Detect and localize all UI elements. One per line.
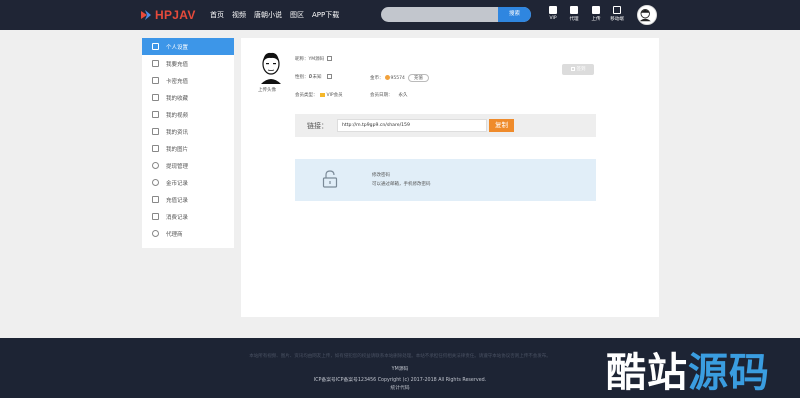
watermark-part2: 源码: [688, 350, 770, 396]
nav-item-home[interactable]: 首页: [210, 10, 224, 20]
nav-item-video[interactable]: 视频: [232, 10, 246, 20]
sidebar-item-videos[interactable]: 我的视频: [142, 106, 234, 123]
nickname-row: 昵称：YM源码: [295, 56, 333, 62]
image-icon: [152, 145, 159, 152]
invite-link-bar: 链接： http://m.tp9gp9.cn/share/159 复制: [295, 114, 596, 137]
sidebar: 个人设置 我要充值 卡密充值 我的收藏 我的视频 我的资讯 我的图片 提现管理 …: [142, 38, 234, 248]
sidebar-item-label: 充值记录: [166, 197, 189, 204]
member-type-value: VIP会员: [326, 93, 343, 98]
sidebar-item-label: 我要充值: [166, 61, 189, 68]
toolbar-vip-label: VIP: [549, 16, 557, 21]
nav-item-gallery[interactable]: 图区: [290, 10, 304, 20]
member-expiry-label: 会员日期：: [370, 93, 393, 98]
toolbar-mobile[interactable]: 移动端: [605, 6, 629, 22]
agent-icon: [570, 6, 578, 14]
coin-icon: [152, 179, 159, 186]
main-panel: 上传头像 昵称：YM源码 性别： 未知 金币： 95574 充值 会员类型： VIP会员…: [241, 38, 659, 317]
upload-icon: [592, 6, 600, 14]
coins-row: 金币： 95574 充值: [370, 74, 429, 82]
sidebar-item-label: 我的收藏: [166, 95, 189, 102]
video-icon: [152, 111, 159, 118]
member-type-label: 会员类型：: [295, 93, 318, 98]
nickname-label: 昵称：: [295, 57, 309, 62]
checkin-icon: [570, 66, 575, 71]
vip-crown-icon: [319, 92, 325, 97]
nav-item-novel[interactable]: 唐朝小说: [254, 10, 282, 20]
coins-label: 金币：: [370, 76, 384, 81]
main-nav: 首页 视频 唐朝小说 图区 APP下载: [210, 10, 339, 20]
avatar-face-icon: [639, 8, 651, 22]
sidebar-item-favorites[interactable]: 我的收藏: [142, 89, 234, 106]
edit-gender-icon[interactable]: [326, 74, 332, 79]
upload-avatar-link[interactable]: 上传头像: [258, 87, 276, 93]
sidebar-item-withdraw[interactable]: 提现管理: [142, 157, 234, 174]
edit-nickname-icon[interactable]: [327, 56, 333, 61]
star-icon: [152, 94, 159, 101]
change-password-desc: 可以通过邮箱，手机修改密码: [372, 182, 431, 187]
sidebar-item-label: 个人设置: [166, 44, 189, 51]
sidebar-item-profile[interactable]: 个人设置: [142, 38, 234, 55]
sidebar-item-label: 消费记录: [166, 214, 189, 221]
sidebar-item-label: 卡密充值: [166, 78, 189, 85]
invite-link-label: 链接：: [307, 122, 328, 130]
member-expiry-row: 会员日期： 永久: [370, 92, 408, 98]
toolbar-agent[interactable]: 代理: [562, 6, 586, 22]
logo-icon: [141, 10, 151, 20]
change-password-title: 修改密码: [372, 173, 390, 178]
agent-icon: [152, 230, 159, 237]
site-logo[interactable]: HPJAV: [140, 7, 196, 23]
nickname-value: YM源码: [308, 57, 325, 62]
sidebar-item-label: 提现管理: [166, 163, 189, 170]
gender-value: 未知: [312, 75, 322, 80]
toolbar-agent-label: 代理: [569, 17, 579, 22]
change-password-card[interactable]: 修改密码 可以通过邮箱，手机修改密码: [295, 159, 596, 201]
sidebar-item-card-recharge[interactable]: 卡密充值: [142, 72, 234, 89]
receipt-icon: [152, 213, 159, 220]
vip-icon: [549, 6, 557, 14]
sidebar-item-recharge-records[interactable]: 充值记录: [142, 191, 234, 208]
sidebar-item-news[interactable]: 我的资讯: [142, 123, 234, 140]
sidebar-item-coin-records[interactable]: 金币记录: [142, 174, 234, 191]
signin-button-label: 签到: [576, 67, 586, 72]
sidebar-item-label: 我的视频: [166, 112, 189, 119]
sidebar-item-agent[interactable]: 代理商: [142, 225, 234, 242]
logo-text: HPJAV: [155, 8, 196, 22]
nav-item-app[interactable]: APP下载: [312, 10, 339, 20]
lock-icon: [322, 170, 338, 188]
toolbar-mobile-label: 移动端: [610, 17, 624, 22]
top-header: HPJAV 首页 视频 唐朝小说 图区 APP下载 搜索 VIP 代理 上传 移…: [0, 0, 800, 30]
copy-link-button[interactable]: 复制: [489, 119, 514, 132]
news-icon: [152, 128, 159, 135]
mobile-icon: [613, 6, 621, 14]
user-icon: [152, 43, 159, 50]
sidebar-item-label: 金币记录: [166, 180, 189, 187]
toolbar-upload-label: 上传: [591, 17, 601, 22]
sidebar-item-label: 我的资讯: [166, 129, 189, 136]
sidebar-item-images[interactable]: 我的图片: [142, 140, 234, 157]
signin-button[interactable]: 签到: [562, 64, 594, 75]
member-type-row: 会员类型： VIP会员: [295, 92, 343, 98]
card-icon: [152, 77, 159, 84]
watermark-part1: 酷站: [606, 350, 688, 396]
sidebar-item-label: 我的图片: [166, 146, 189, 153]
sidebar-item-label: 代理商: [166, 231, 183, 238]
profile-avatar[interactable]: [258, 50, 284, 84]
gender-label: 性别：: [295, 75, 309, 80]
coin-icon: [384, 75, 390, 80]
recharge-icon: [152, 196, 159, 203]
location-pin-icon: [308, 74, 312, 78]
recharge-button[interactable]: 充值: [407, 74, 429, 82]
gender-row: 性别： 未知: [295, 74, 332, 80]
sidebar-item-recharge[interactable]: 我要充值: [142, 55, 234, 72]
withdraw-icon: [152, 162, 159, 169]
invite-link-field[interactable]: http://m.tp9gp9.cn/share/159: [337, 119, 487, 132]
coins-value: 95574: [390, 76, 405, 81]
watermark-logo: 酷站源码: [606, 340, 770, 398]
member-expiry-value: 永久: [398, 93, 408, 98]
search-button[interactable]: 搜索: [498, 7, 531, 22]
user-avatar[interactable]: [637, 5, 657, 25]
sidebar-item-spending-records[interactable]: 消费记录: [142, 208, 234, 225]
wallet-icon: [152, 60, 159, 67]
